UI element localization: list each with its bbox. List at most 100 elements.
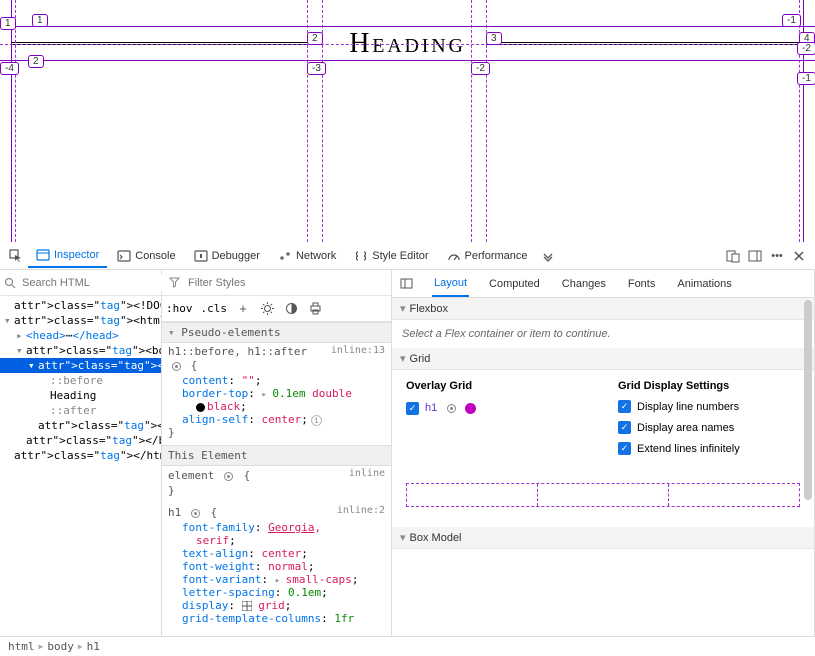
layout-tab-animations[interactable]: Animations	[675, 272, 733, 296]
flexbox-accordion[interactable]: ▾Flexbox	[392, 298, 814, 320]
layout-tab-fonts[interactable]: Fonts	[626, 272, 658, 296]
kebab-menu-icon[interactable]: •••	[767, 246, 787, 266]
sidebar-toggle-icon[interactable]	[398, 276, 414, 292]
selector-highlight-icon[interactable]	[168, 358, 184, 374]
setting-label: Extend lines infinitely	[637, 443, 740, 455]
dom-row[interactable]: ::after	[0, 403, 161, 418]
overlay-grid-item[interactable]: ✓ h1	[406, 400, 588, 416]
rules-toolbar	[162, 270, 391, 296]
overlay-grid-title: Overlay Grid	[406, 380, 588, 392]
grid-line-number: 1	[32, 14, 48, 27]
grid-panel-body: Overlay Grid ✓ h1 Grid Display Settings …	[392, 370, 814, 473]
dom-row[interactable]: ▾attr">class="tag"><h1>grid	[0, 358, 161, 373]
overlay-grid-label: h1	[425, 402, 437, 414]
rule-block: h1::before, h1::after inline:13 { conten…	[162, 343, 391, 445]
setting-label: Display area names	[637, 422, 734, 434]
layout-tab-computed[interactable]: Computed	[487, 272, 542, 296]
checkbox-checked-icon[interactable]: ✓	[618, 400, 631, 413]
add-rule-icon[interactable]: +	[235, 301, 251, 317]
dom-row[interactable]: ▾attr">class="tag"><html attr">lang="en"…	[0, 313, 161, 328]
overflow-icon[interactable]	[538, 246, 558, 266]
chevron-right-icon: ▶	[78, 642, 83, 651]
selector-highlight-icon[interactable]	[443, 400, 459, 416]
search-icon	[4, 275, 16, 291]
tab-inspector[interactable]: Inspector	[28, 244, 107, 268]
grid-line-number: -2	[471, 62, 490, 75]
crumb-item[interactable]: html	[8, 640, 35, 653]
info-icon[interactable]: i	[311, 415, 322, 426]
rule-source[interactable]: inline:2	[337, 505, 385, 516]
tab-style-editor[interactable]: Style Editor	[346, 245, 436, 267]
filter-styles-input[interactable]	[186, 275, 387, 291]
checkbox-checked-icon[interactable]: ✓	[406, 402, 419, 415]
grid-col-line	[11, 0, 12, 242]
grid-line-number: 2	[28, 55, 44, 68]
boxmodel-accordion[interactable]: ▾Box Model	[392, 527, 814, 549]
setting-extend-lines[interactable]: ✓ Extend lines infinitely	[618, 442, 800, 455]
cls-toggle[interactable]: .cls	[201, 302, 228, 315]
dom-row[interactable]: attr">class="tag"></h1>	[0, 418, 161, 433]
dom-tree[interactable]: attr">class="tag"><!DOCTYPE html>▾attr">…	[0, 296, 161, 636]
responsive-mode-icon[interactable]	[723, 246, 743, 266]
flexbox-empty-note: Select a Flex container or item to conti…	[392, 320, 814, 348]
selector-highlight-icon[interactable]	[188, 505, 204, 521]
network-icon	[278, 249, 292, 263]
dock-side-icon[interactable]	[745, 246, 765, 266]
tab-debugger[interactable]: Debugger	[186, 245, 268, 267]
dark-mode-icon[interactable]	[283, 301, 299, 317]
layout-tab-layout[interactable]: Layout	[432, 271, 469, 297]
rules-list[interactable]: ▾ Pseudo-elements h1::before, h1::after …	[162, 322, 391, 636]
dom-row[interactable]: Heading	[0, 388, 161, 403]
grid-line-number: -4	[0, 62, 19, 75]
rules-pane: :hov .cls + ▾ Pseudo-elements h1::before…	[162, 270, 392, 636]
checkbox-checked-icon[interactable]: ✓	[618, 442, 631, 455]
dom-search-input[interactable]	[20, 275, 166, 291]
rule-selector[interactable]: h1::before, h1::after	[168, 345, 307, 358]
devtools-toolbar: Inspector Console Debugger Network Style…	[0, 242, 815, 270]
rule-selector[interactable]: h1	[168, 506, 181, 519]
grid-color-swatch[interactable]	[465, 403, 476, 414]
rule-selector[interactable]: element	[168, 469, 214, 482]
page-preview: Heading 1 2 3 4 -4 -3 -2 -1 1 2 -2 -1	[0, 0, 815, 242]
rule-source[interactable]: inline:13	[331, 345, 385, 356]
grid-row-line	[0, 60, 815, 61]
layout-pane: Layout Computed Changes Fonts Animations…	[392, 270, 815, 636]
grid-line-number: -1	[797, 72, 815, 85]
rule-source[interactable]: inline	[349, 468, 385, 479]
setting-area-names[interactable]: ✓ Display area names	[618, 421, 800, 434]
tab-label: Console	[135, 250, 175, 262]
layout-tab-changes[interactable]: Changes	[560, 272, 608, 296]
rule-block: h1 {inline:2 font-family: Georgia, serif…	[162, 503, 391, 631]
close-icon[interactable]	[789, 246, 809, 266]
crumb-item[interactable]: h1	[87, 640, 100, 653]
dom-row[interactable]: attr">class="tag"></html>	[0, 448, 161, 463]
grid-settings-title: Grid Display Settings	[618, 380, 800, 392]
setting-line-numbers[interactable]: ✓Display line numbers	[618, 400, 800, 413]
light-mode-icon[interactable]	[259, 301, 275, 317]
pseudo-section-header[interactable]: ▾ Pseudo-elements	[162, 322, 391, 343]
dom-row[interactable]: ::before	[0, 373, 161, 388]
dom-row[interactable]: attr">class="tag"></body>	[0, 433, 161, 448]
grid-line-number: -2	[797, 42, 815, 55]
filter-icon	[166, 275, 182, 291]
pick-element-icon[interactable]	[6, 246, 26, 266]
selector-highlight-icon[interactable]	[221, 468, 237, 484]
tab-performance[interactable]: Performance	[439, 245, 536, 267]
dom-row[interactable]: ▾attr">class="tag"><body attr">translate…	[0, 343, 161, 358]
checkbox-checked-icon[interactable]: ✓	[618, 421, 631, 434]
dom-row[interactable]: attr">class="tag"><!DOCTYPE html>	[0, 298, 161, 313]
scrollbar[interactable]	[804, 300, 812, 634]
dom-row[interactable]: ▸<head>⋯</head>	[0, 328, 161, 343]
grid-line-number: 3	[486, 32, 502, 45]
hov-toggle[interactable]: :hov	[166, 302, 193, 315]
tab-network[interactable]: Network	[270, 245, 344, 267]
grid-value-icon[interactable]	[242, 601, 252, 611]
tab-label: Inspector	[54, 249, 99, 261]
grid-accordion[interactable]: ▾Grid	[392, 348, 814, 370]
print-media-icon[interactable]	[307, 301, 323, 317]
crumb-item[interactable]: body	[47, 640, 74, 653]
tab-console[interactable]: Console	[109, 245, 183, 267]
scrollbar-thumb[interactable]	[804, 300, 812, 500]
this-element-header[interactable]: This Element	[162, 445, 391, 466]
panels-container: + attr">class="tag"><!DOCTYPE html>▾attr…	[0, 270, 815, 636]
